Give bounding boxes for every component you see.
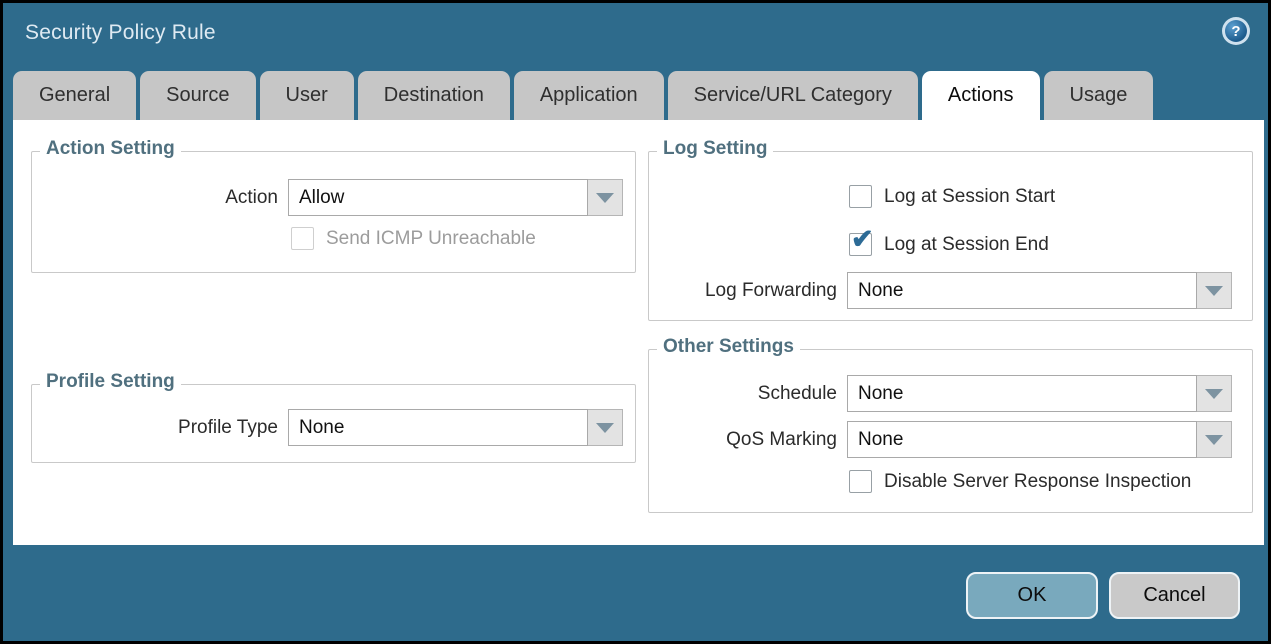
schedule-label: Schedule — [649, 383, 847, 405]
qos-marking-dropdown-button[interactable] — [1197, 421, 1232, 458]
tab-application[interactable]: Application — [514, 71, 664, 120]
tab-service-url-category[interactable]: Service/URL Category — [668, 71, 918, 120]
profile-type-dropdown-button[interactable] — [588, 409, 623, 446]
action-dropdown-value[interactable]: Allow — [288, 179, 588, 216]
qos-marking-dropdown-value[interactable]: None — [847, 421, 1197, 458]
log-session-start-checkbox[interactable]: ✔ — [849, 185, 872, 208]
log-forwarding-dropdown-button[interactable] — [1197, 272, 1232, 309]
chevron-down-icon — [1205, 389, 1223, 399]
log-session-end-checkbox[interactable]: ✔ — [849, 233, 872, 256]
ok-button[interactable]: OK — [966, 572, 1098, 619]
log-setting-group: Log Setting ✔ Log at Session Start ✔ Log… — [648, 151, 1253, 321]
tab-bar: General Source User Destination Applicat… — [13, 71, 1153, 120]
log-forwarding-dropdown-value[interactable]: None — [847, 272, 1197, 309]
profile-type-dropdown[interactable]: None — [288, 409, 623, 446]
chevron-down-icon — [1205, 435, 1223, 445]
log-setting-legend: Log Setting — [657, 138, 773, 160]
schedule-dropdown-button[interactable] — [1197, 375, 1232, 412]
security-policy-rule-dialog: Security Policy Rule ? General Source Us… — [0, 0, 1271, 644]
schedule-dropdown[interactable]: None — [847, 375, 1232, 412]
log-forwarding-label: Log Forwarding — [649, 280, 847, 302]
tab-source[interactable]: Source — [140, 71, 255, 120]
log-session-end-label: Log at Session End — [872, 234, 1049, 256]
disable-server-response-inspection-checkbox[interactable]: ✔ — [849, 470, 872, 493]
action-dropdown-button[interactable] — [588, 179, 623, 216]
help-question-glyph: ? — [1225, 20, 1247, 42]
profile-type-label: Profile Type — [32, 417, 288, 439]
send-icmp-unreachable-label: Send ICMP Unreachable — [314, 228, 536, 250]
action-dropdown[interactable]: Allow — [288, 179, 623, 216]
tab-user[interactable]: User — [260, 71, 354, 120]
send-icmp-unreachable-checkbox: ✔ — [291, 227, 314, 250]
other-settings-legend: Other Settings — [657, 336, 800, 358]
qos-marking-label: QoS Marking — [649, 429, 847, 451]
action-label: Action — [32, 187, 288, 209]
tab-usage[interactable]: Usage — [1044, 71, 1154, 120]
other-settings-group: Other Settings Schedule None QoS Marking… — [648, 349, 1253, 513]
chevron-down-icon — [596, 193, 614, 203]
help-icon[interactable]: ? — [1222, 17, 1250, 45]
chevron-down-icon — [1205, 286, 1223, 296]
tab-destination[interactable]: Destination — [358, 71, 510, 120]
dialog-title: Security Policy Rule — [25, 21, 216, 45]
log-session-start-label: Log at Session Start — [872, 186, 1055, 208]
profile-setting-legend: Profile Setting — [40, 371, 181, 393]
schedule-dropdown-value[interactable]: None — [847, 375, 1197, 412]
tab-general[interactable]: General — [13, 71, 136, 120]
profile-setting-group: Profile Setting Profile Type None — [31, 384, 636, 463]
qos-marking-dropdown[interactable]: None — [847, 421, 1232, 458]
cancel-button[interactable]: Cancel — [1109, 572, 1240, 619]
action-setting-group: Action Setting Action Allow ✔ Send ICMP … — [31, 151, 636, 273]
checkmark-icon: ✔ — [851, 226, 874, 253]
actions-tab-panel: Action Setting Action Allow ✔ Send ICMP … — [13, 120, 1264, 545]
chevron-down-icon — [596, 423, 614, 433]
action-setting-legend: Action Setting — [40, 138, 181, 160]
disable-server-response-inspection-label: Disable Server Response Inspection — [872, 471, 1191, 493]
profile-type-dropdown-value[interactable]: None — [288, 409, 588, 446]
log-forwarding-dropdown[interactable]: None — [847, 272, 1232, 309]
tab-actions[interactable]: Actions — [922, 71, 1040, 121]
